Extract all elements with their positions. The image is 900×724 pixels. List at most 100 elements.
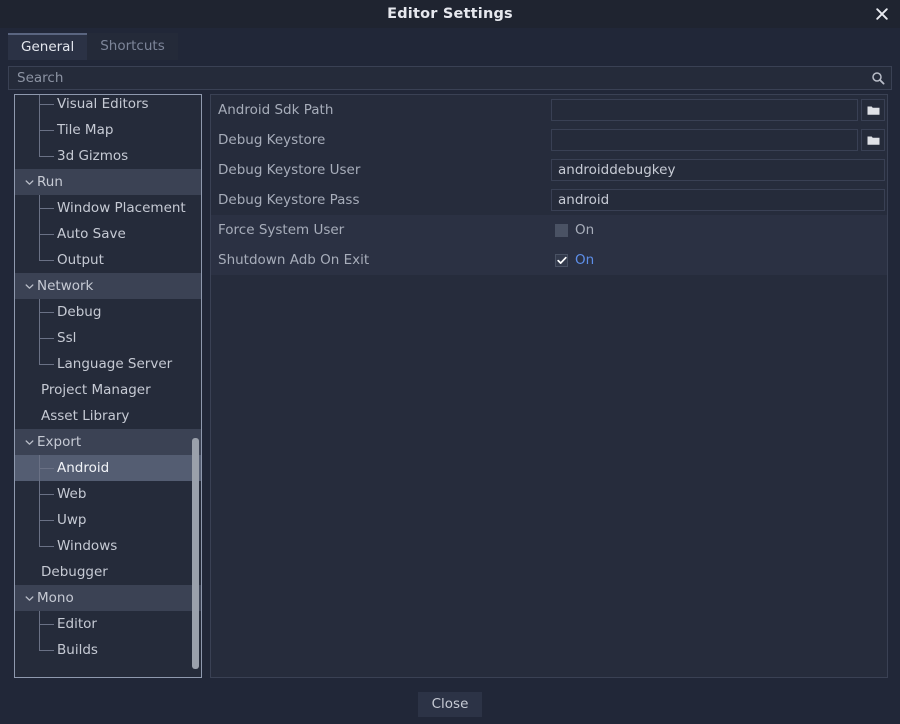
settings-category-tree[interactable]: Visual EditorsTile Map 3d Gizmos Run Window…	[14, 94, 202, 678]
tree-item-asset-library[interactable]: Asset Library	[15, 403, 201, 429]
tree-branch-connector	[39, 104, 54, 105]
property-text-input[interactable]	[551, 99, 858, 121]
property-value	[551, 159, 887, 181]
folder-icon[interactable]	[861, 99, 885, 121]
checkbox-toggle[interactable]: On	[551, 252, 594, 268]
checkbox-label: On	[575, 222, 594, 238]
property-label: Debug Keystore User	[211, 162, 551, 178]
property-text-input[interactable]	[551, 159, 885, 181]
tree-item-windows[interactable]: Windows	[15, 533, 201, 559]
tree-item-uwp[interactable]: Uwp	[15, 507, 201, 533]
tree-item-web[interactable]: Web	[15, 481, 201, 507]
checkbox-label: On	[575, 252, 594, 268]
tree-item-language-server[interactable]: Language Server	[15, 351, 201, 377]
property-text-input[interactable]	[551, 129, 858, 151]
close-button[interactable]: Close	[418, 692, 483, 717]
tree-item-auto-save[interactable]: Auto Save	[15, 221, 201, 247]
chevron-down-icon[interactable]	[23, 273, 35, 299]
tree-item-editor[interactable]: Editor	[15, 611, 201, 637]
search-icon[interactable]	[865, 71, 891, 85]
tree-item-label: Auto Save	[57, 226, 126, 242]
tree-item-output[interactable]: Output	[15, 247, 201, 273]
tree-item-export[interactable]: Export	[15, 429, 201, 455]
checkbox-checked-icon[interactable]	[555, 254, 568, 267]
tree-branch-connector	[39, 468, 54, 469]
tree-item-run[interactable]: Run	[15, 169, 201, 195]
property-row: Android Sdk Path	[211, 95, 887, 125]
property-label: Shutdown Adb On Exit	[211, 252, 551, 268]
tree-item-label: Debug	[57, 304, 101, 320]
tree-branch-connector	[39, 650, 54, 651]
property-row: Shutdown Adb On Exit On	[211, 245, 887, 275]
property-value	[551, 99, 887, 121]
tree-item-debugger[interactable]: Debugger	[15, 559, 201, 585]
tree-item-label: Web	[57, 486, 86, 502]
tree-branch-connector	[39, 494, 54, 495]
tree-item-builds[interactable]: Builds	[15, 637, 201, 663]
property-row: Debug Keystore Pass	[211, 185, 887, 215]
tree-item-label: Output	[57, 252, 104, 268]
tree-item-label: Network	[37, 278, 93, 294]
tree-branch-connector	[39, 234, 54, 235]
tree-scrollbar-thumb[interactable]	[192, 438, 199, 669]
tree-item-label: Export	[37, 434, 81, 450]
property-label: Android Sdk Path	[211, 102, 551, 118]
tree-item-network[interactable]: Network	[15, 273, 201, 299]
checkbox-toggle[interactable]: On	[551, 222, 594, 238]
property-label: Debug Keystore	[211, 132, 551, 148]
tab-general[interactable]: General	[8, 33, 87, 60]
tree-branch-connector	[39, 624, 54, 625]
tree-branch-connector	[39, 338, 54, 339]
tree-branch-line	[39, 143, 40, 156]
property-value	[551, 189, 887, 211]
tree-item-label: Android	[57, 460, 109, 476]
tree-branch-connector	[39, 156, 54, 157]
tree-item-label: Builds	[57, 642, 98, 658]
tree-item-ssl[interactable]: Ssl	[15, 325, 201, 351]
tree-item-label: Editor	[57, 616, 97, 632]
tree-item-label: Debugger	[41, 564, 108, 580]
tree-item-label: Run	[37, 174, 63, 190]
tree-item-label: 3d Gizmos	[57, 148, 128, 164]
tab-shortcuts[interactable]: Shortcuts	[87, 33, 178, 60]
tree-branch-line	[39, 351, 40, 364]
tree-branch-line	[39, 637, 40, 650]
tree-item-label: Language Server	[57, 356, 172, 372]
tabbar: General Shortcuts	[8, 32, 178, 60]
window-title: Editor Settings	[0, 0, 900, 28]
search-input[interactable]	[9, 70, 865, 86]
property-text-input[interactable]	[551, 189, 885, 211]
tree-branch-connector	[39, 312, 54, 313]
tree-item-label: Mono	[37, 590, 74, 606]
chevron-down-icon[interactable]	[23, 429, 35, 455]
tree-branch-connector	[39, 364, 54, 365]
property-row: Debug Keystore	[211, 125, 887, 155]
property-value: On	[551, 222, 887, 238]
tree-item-3d-gizmos[interactable]: 3d Gizmos	[15, 143, 201, 169]
chevron-down-icon[interactable]	[23, 169, 35, 195]
tree-list: Visual EditorsTile Map 3d Gizmos Run Window…	[15, 94, 201, 663]
chevron-down-icon[interactable]	[23, 585, 35, 611]
tree-branch-line	[39, 247, 40, 260]
tree-item-android[interactable]: Android	[15, 455, 201, 481]
property-value: On	[551, 252, 887, 268]
checkbox-unchecked-icon[interactable]	[555, 224, 568, 237]
property-label: Force System User	[211, 222, 551, 238]
tree-branch-connector	[39, 208, 54, 209]
tree-branch-line	[39, 94, 40, 117]
tree-item-mono[interactable]: Mono	[15, 585, 201, 611]
tree-item-visual-editors[interactable]: Visual Editors	[15, 94, 201, 117]
close-icon[interactable]	[870, 2, 894, 26]
tree-item-label: Windows	[57, 538, 117, 554]
tree-item-project-manager[interactable]: Project Manager	[15, 377, 201, 403]
folder-icon[interactable]	[861, 129, 885, 151]
tree-item-debug[interactable]: Debug	[15, 299, 201, 325]
property-value	[551, 129, 887, 151]
tree-scrollbar[interactable]	[192, 97, 199, 675]
search-bar	[8, 66, 892, 90]
titlebar: Editor Settings	[0, 0, 900, 28]
property-row: Force System User On	[211, 215, 887, 245]
tree-item-window-placement[interactable]: Window Placement	[15, 195, 201, 221]
tree-item-tile-map[interactable]: Tile Map	[15, 117, 201, 143]
tree-item-label: Project Manager	[41, 382, 151, 398]
